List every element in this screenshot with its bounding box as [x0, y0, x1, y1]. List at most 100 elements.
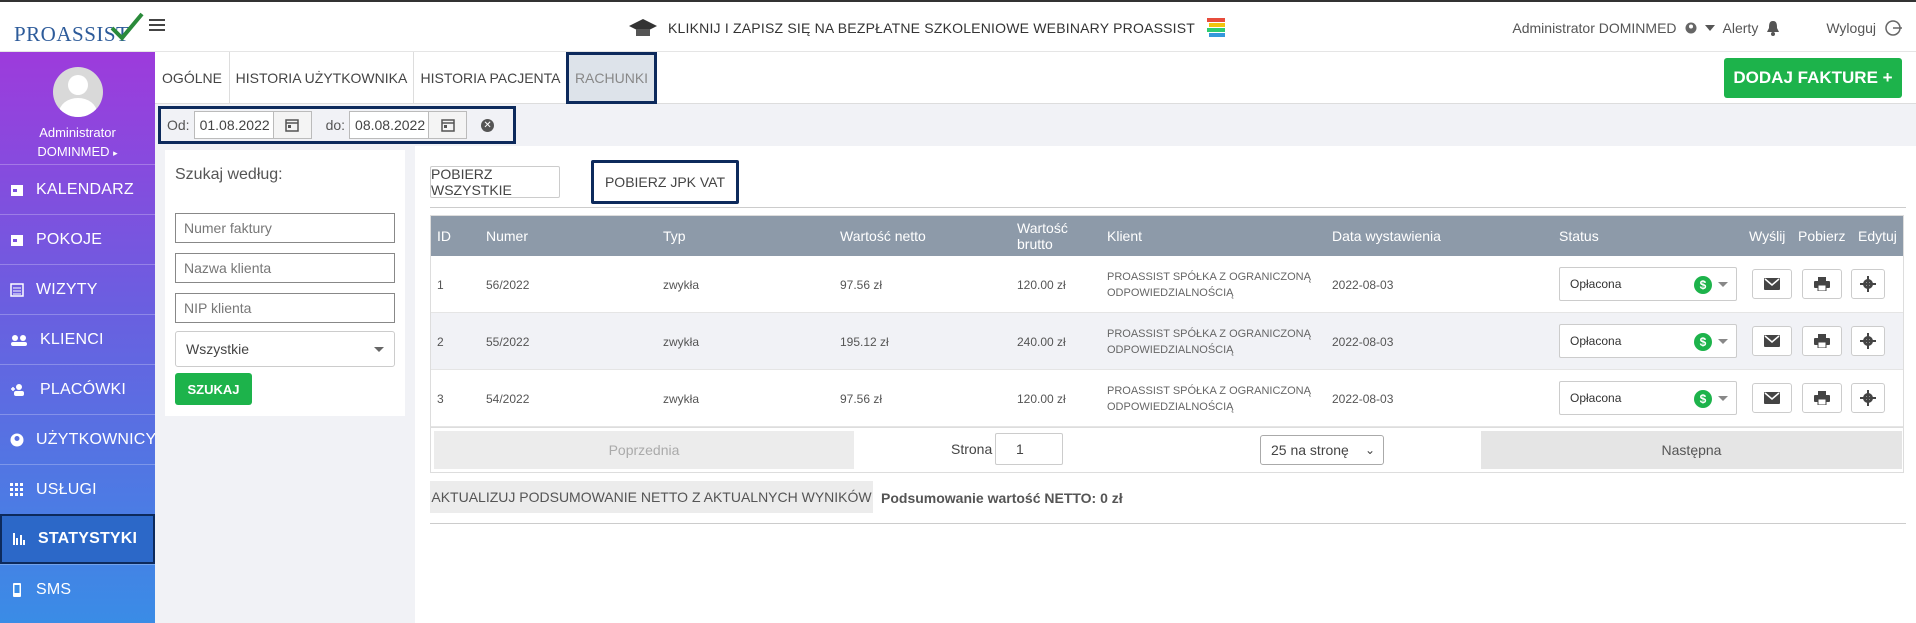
table-row: 3 54/2022 zwykła 97.56 zł 120.00 zł PROA…	[431, 370, 1903, 427]
to-label: do:	[325, 117, 346, 133]
avatar	[52, 67, 103, 117]
promo-text: KLIKNIJ I ZAPISZ SIĘ NA BEZPŁATNE SZKOLE…	[668, 20, 1196, 36]
user-circle-icon	[1685, 22, 1697, 34]
download-jpk-vat-button[interactable]: POBIERZ JPK VAT	[591, 160, 739, 204]
envelope-icon	[1764, 335, 1780, 347]
sidebar-item-label: UŻYTKOWNICY	[36, 430, 157, 448]
edit-settings-button[interactable]	[1851, 326, 1885, 356]
col-status[interactable]: Status	[1559, 216, 1599, 256]
sidebar: Administrator DOMINMED ▸ KALENDARZ POKOJ…	[0, 52, 157, 623]
type-select[interactable]: Wszystkie	[175, 331, 395, 367]
sidebar-item-wizyty[interactable]: WIZYTY	[0, 264, 155, 314]
caret-down-icon[interactable]	[1704, 24, 1715, 32]
bar-chart-icon	[12, 532, 26, 546]
sidebar-item-kalendarz[interactable]: KALENDARZ	[0, 164, 155, 214]
next-page-button[interactable]: Następna	[1481, 431, 1902, 469]
cell-typ: zwykła	[663, 334, 700, 349]
grid-icon	[10, 482, 24, 497]
cell-brutto: 240.00 zł	[1017, 334, 1066, 349]
date-from-input[interactable]: 01.08.2022	[193, 111, 274, 139]
prev-page-button[interactable]: Poprzednia	[434, 431, 854, 469]
cell-data: 2022-08-03	[1332, 334, 1394, 349]
sidebar-item-uzytkownicy[interactable]: UŻYTKOWNICY	[0, 414, 157, 464]
dollar-icon: $	[1694, 390, 1712, 408]
table-header: ID Numer Typ Wartość netto Wartość brutt…	[431, 216, 1903, 256]
caret-down-icon	[1718, 282, 1728, 287]
download-print-button[interactable]	[1802, 269, 1842, 299]
col-klient[interactable]: Klient	[1107, 216, 1142, 256]
download-print-button[interactable]	[1802, 383, 1842, 413]
sidebar-item-sms[interactable]: SMS	[0, 564, 155, 614]
menu-toggle-icon[interactable]	[149, 19, 165, 33]
client-name-input[interactable]: Nazwa klienta	[175, 253, 395, 283]
per-page-select[interactable]: 25 na stronę ⌄	[1260, 435, 1384, 465]
cell-brutto: 120.00 zł	[1017, 277, 1066, 292]
sidebar-item-placowki[interactable]: PLACÓWKI	[0, 364, 155, 414]
logout-link[interactable]: Wyloguj	[1826, 20, 1876, 36]
clear-dates-icon[interactable]: ✕	[481, 118, 495, 132]
caret-down-icon	[1718, 339, 1728, 344]
sidebar-item-label: PLACÓWKI	[40, 380, 127, 398]
col-numer[interactable]: Numer	[486, 216, 528, 256]
sidebar-item-statystyki[interactable]: STATYSTYKI	[0, 514, 155, 564]
proassist-logo[interactable]: PROASSIST	[14, 10, 144, 46]
col-brutto[interactable]: Wartość brutto	[1017, 216, 1068, 256]
tab-ogolne[interactable]: OGÓLNE	[155, 52, 230, 104]
logout-icon[interactable]	[1884, 19, 1902, 37]
pagination: Poprzednia Strona 1 25 na stronę ⌄ Następ…	[430, 427, 1904, 473]
date-to-input[interactable]: 08.08.2022	[349, 111, 430, 139]
send-email-button[interactable]	[1752, 269, 1792, 299]
users-icon	[10, 333, 28, 347]
profile-name-line2[interactable]: DOMINMED ▸	[0, 142, 155, 163]
tab-rachunki[interactable]: RACHUNKI	[566, 52, 657, 104]
add-invoice-button[interactable]: DODAJ FAKTURE +	[1724, 58, 1902, 98]
webinar-promo[interactable]: KLIKNIJ I ZAPISZ SIĘ NA BEZPŁATNE SZKOLE…	[628, 16, 1227, 40]
date-range: Od: 01.08.2022 do: 08.08.2022 ✕	[158, 106, 516, 144]
status-select[interactable]: Opłacona $	[1559, 267, 1737, 301]
cell-klient: PROASSIST SPÓŁKA Z OGRANICZONĄ ODPOWIEDZ…	[1107, 370, 1311, 427]
col-data[interactable]: Data wystawienia	[1332, 216, 1441, 256]
edit-settings-button[interactable]	[1851, 269, 1885, 299]
user-circle-icon	[10, 433, 24, 447]
klient-line1: PROASSIST SPÓŁKA Z OGRANICZONĄ	[1107, 384, 1311, 397]
send-email-button[interactable]	[1752, 383, 1792, 413]
calendar-icon[interactable]	[273, 111, 312, 139]
search-panel: Szukaj według: Numer faktury Nazwa klien…	[165, 150, 405, 416]
status-select[interactable]: Opłacona $	[1559, 381, 1737, 415]
send-email-button[interactable]	[1752, 326, 1792, 356]
col-netto[interactable]: Wartość netto	[840, 216, 926, 256]
sidebar-item-pokoje[interactable]: POKOJE	[0, 214, 155, 264]
sidebar-item-label: POKOJE	[36, 230, 103, 248]
nip-input[interactable]: NIP klienta	[175, 293, 395, 323]
user-area: Administrator DOMINMED Alerty Wyloguj	[1512, 18, 1916, 38]
bell-icon[interactable]	[1766, 20, 1780, 36]
gear-icon	[1860, 276, 1876, 292]
search-button[interactable]: SZUKAJ	[175, 373, 252, 405]
invoice-number-input[interactable]: Numer faktury	[175, 213, 395, 243]
update-summary-button[interactable]: AKTUALIZUJ PODSUMOWANIE NETTO Z AKTUALNY…	[430, 481, 873, 513]
user-plus-icon	[10, 383, 28, 397]
cell-netto: 97.56 zł	[840, 391, 883, 406]
col-brutto-line2: brutto	[1017, 236, 1053, 252]
col-wyslij: Wyślij	[1749, 228, 1786, 244]
user-name[interactable]: Administrator DOMINMED	[1512, 20, 1676, 36]
status-select[interactable]: Opłacona $	[1559, 324, 1737, 358]
tab-historia-uzytkownika[interactable]: HISTORIA UŻYTKOWNIKA	[230, 52, 414, 104]
calendar-icon[interactable]	[429, 111, 468, 139]
alerts-link[interactable]: Alerty	[1723, 20, 1759, 36]
col-typ[interactable]: Typ	[663, 216, 686, 256]
download-all-button[interactable]: POBIERZ WSZYSTKIE	[430, 166, 560, 198]
col-id[interactable]: ID	[437, 216, 451, 256]
tab-historia-pacjenta[interactable]: HISTORIA PACJENTA	[414, 52, 568, 104]
printer-icon	[1814, 391, 1830, 405]
download-print-button[interactable]	[1802, 326, 1842, 356]
page-label: Strona	[951, 441, 993, 457]
per-page-value: 25 na stronę	[1271, 442, 1349, 458]
sidebar-item-uslugi[interactable]: USŁUGI	[0, 464, 155, 514]
edit-settings-button[interactable]	[1851, 383, 1885, 413]
table-row: 1 56/2022 zwykła 97.56 zł 120.00 zł PROA…	[431, 256, 1903, 313]
cell-netto: 195.12 zł	[840, 334, 889, 349]
sidebar-item-label: SMS	[36, 580, 72, 598]
page-number-input[interactable]: 1	[995, 433, 1063, 465]
sidebar-item-klienci[interactable]: KLIENCI	[0, 314, 155, 364]
